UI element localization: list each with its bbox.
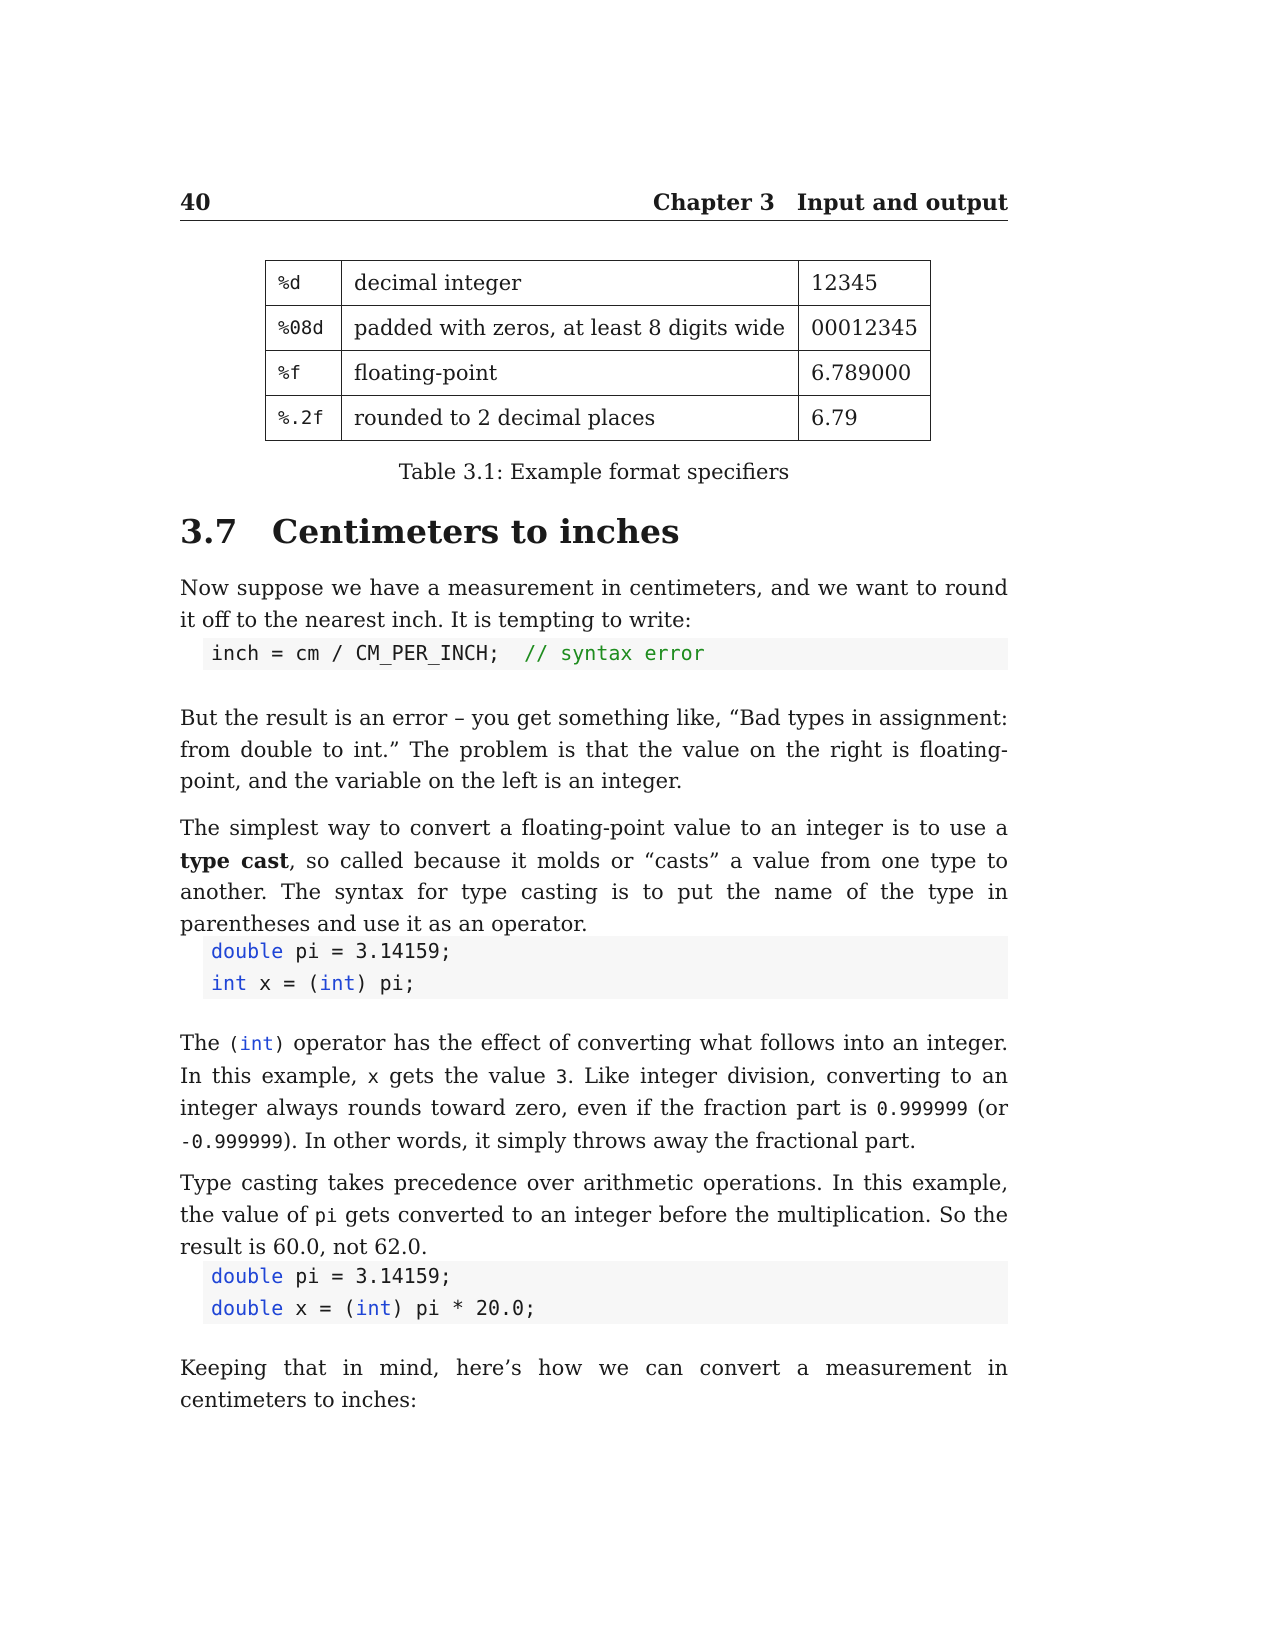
book-page: 40 Chapter 3 Input and output %d decimal … xyxy=(0,0,1275,1650)
description-cell: rounded to 2 decimal places xyxy=(341,395,799,441)
inline-code: pi xyxy=(314,1204,338,1227)
paragraph: The simplest way to convert a floating-p… xyxy=(180,813,1008,940)
code-text: ( xyxy=(227,1033,240,1055)
code-keyword: int xyxy=(355,1295,392,1320)
table-row: %f floating-point 6.789000 xyxy=(265,350,931,396)
format-specifier-cell: %.2f xyxy=(265,395,342,441)
section-heading: 3.7 Centimeters to inches xyxy=(180,512,680,551)
text-run: The xyxy=(180,1031,228,1055)
section-title: Centimeters to inches xyxy=(272,512,680,551)
description-cell: floating-point xyxy=(341,350,799,396)
inline-code: 0.999999 xyxy=(876,1098,968,1120)
inline-code: -0.999999 xyxy=(180,1130,283,1153)
table-caption: Table 3.1: Example format specifiers xyxy=(398,460,790,484)
text-run: gets the value xyxy=(378,1063,556,1088)
paragraph: Keeping that in mind, here’s how we can … xyxy=(180,1356,1008,1412)
code-text: pi = 3.14159; xyxy=(283,1264,452,1288)
example-cell: 00012345 xyxy=(798,305,931,351)
description-cell: padded with zeros, at least 8 digits wid… xyxy=(341,305,799,351)
page-number: 40 xyxy=(180,190,211,216)
code-text: pi = 3.14159; xyxy=(283,939,452,963)
code-keyword: int xyxy=(319,970,356,995)
paragraph: But the result is an error – you get som… xyxy=(180,706,1008,793)
format-specifier-cell: %f xyxy=(265,350,342,396)
description-cell: decimal integer xyxy=(341,260,799,306)
code-text: ) xyxy=(273,1033,286,1055)
text-run: (or xyxy=(967,1096,1008,1120)
example-cell: 6.79 xyxy=(798,395,931,441)
chapter-label: Chapter 3 xyxy=(652,190,775,216)
format-specifier-table: %d decimal integer 12345 %08d padded wit… xyxy=(265,260,931,441)
code-keyword: double xyxy=(211,939,284,963)
paragraph: Now suppose we have a measurement in cen… xyxy=(180,576,1008,632)
table-row: %d decimal integer 12345 xyxy=(265,260,931,306)
paragraph: Type casting takes precedence over arith… xyxy=(180,1168,1008,1264)
code-text: x = ( xyxy=(247,970,320,995)
code-block: double pi = 3.14159; double x = (int) pi… xyxy=(203,1261,1008,1324)
inline-code: 3 xyxy=(555,1065,568,1088)
defined-term: type cast xyxy=(180,847,289,873)
example-cell: 12345 xyxy=(798,260,931,306)
inline-code: (int) xyxy=(228,1033,285,1055)
code-keyword: int xyxy=(211,970,248,995)
text-run: , so called because it molds or “casts” … xyxy=(180,848,1008,936)
code-text: ) pi; xyxy=(355,970,416,995)
format-specifier-cell: %08d xyxy=(265,305,342,351)
code-block: inch = cm / CM_PER_INCH; // syntax error xyxy=(203,638,1008,670)
running-header: 40 Chapter 3 Input and output xyxy=(180,186,1008,221)
inline-code: x xyxy=(367,1065,379,1088)
table-row: %.2f rounded to 2 decimal places 6.79 xyxy=(265,395,931,441)
code-text: inch = cm / CM_PER_INCH; xyxy=(211,641,500,665)
text-run: ). In other words, it simply throws away… xyxy=(282,1128,917,1153)
code-block: double pi = 3.14159; int x = (int) pi; xyxy=(203,936,1008,999)
code-keyword: int xyxy=(239,1033,274,1055)
paragraph: The (int) operator has the effect of con… xyxy=(180,1028,1008,1158)
code-keyword: double xyxy=(211,1295,284,1320)
code-keyword: double xyxy=(211,1264,284,1288)
format-specifier-cell: %d xyxy=(265,260,342,306)
code-text: x = ( xyxy=(283,1295,356,1320)
section-number: 3.7 xyxy=(180,512,238,551)
code-text: ) pi * 20.0; xyxy=(391,1295,537,1320)
text-run: The simplest way to convert a floating-p… xyxy=(180,816,1008,840)
table-row: %08d padded with zeros, at least 8 digit… xyxy=(265,305,931,351)
code-comment: // syntax error xyxy=(524,641,705,665)
chapter-heading: Chapter 3 Input and output xyxy=(653,190,1008,216)
example-cell: 6.789000 xyxy=(798,350,931,396)
chapter-title: Input and output xyxy=(796,190,1008,216)
